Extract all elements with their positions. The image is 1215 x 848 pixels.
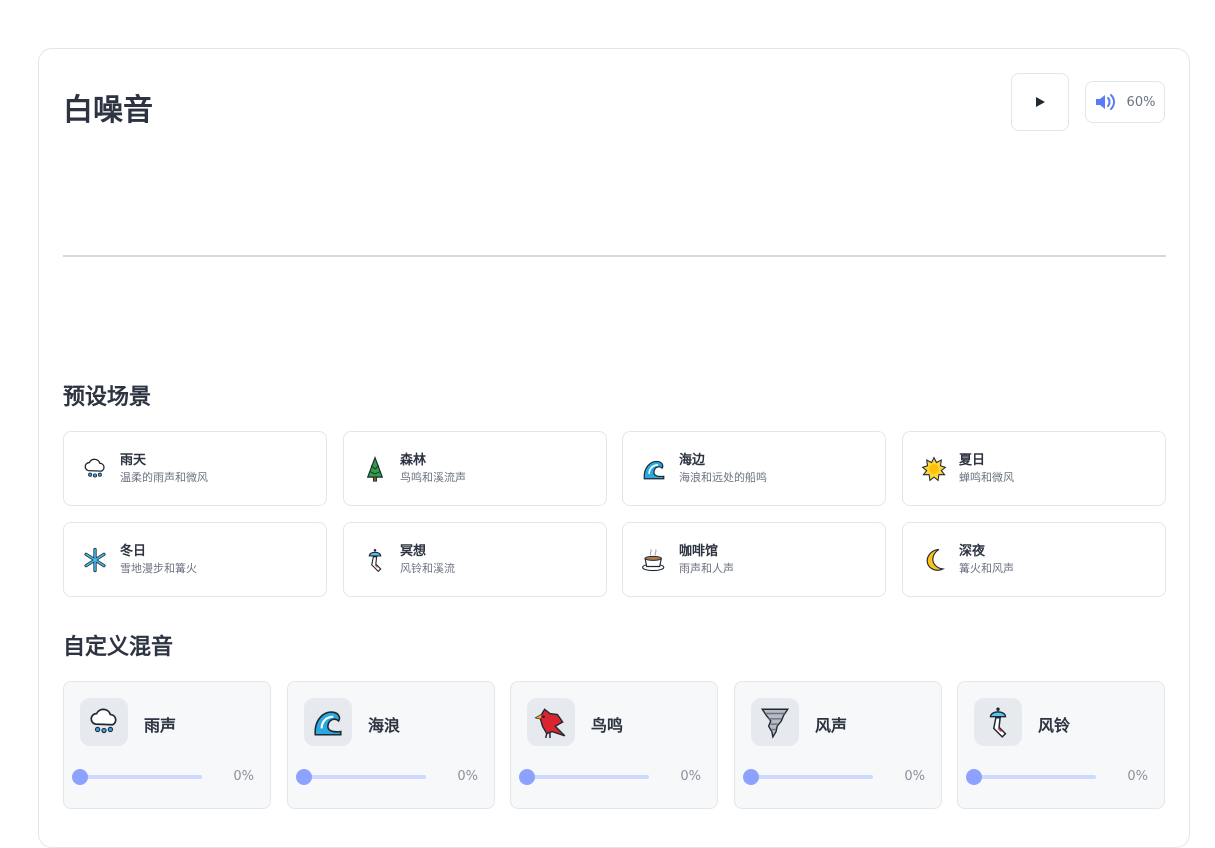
mixer-channel-waves: 海浪 0% <box>287 681 495 809</box>
volume-button[interactable]: 60% <box>1085 81 1165 123</box>
volume-slider[interactable] <box>743 769 873 785</box>
wind-chime-icon <box>981 705 1015 739</box>
white-noise-panel: 白噪音 60% 预设场景 雨天 温柔的雨声和微风 森林 鸟鸣和溪流声 海边 海浪… <box>38 48 1190 848</box>
speaker-icon <box>1095 94 1115 110</box>
channel-name: 海浪 <box>368 716 401 735</box>
slider-thumb[interactable] <box>519 769 535 785</box>
channel-value: 0% <box>233 769 254 784</box>
preset-description: 蝉鸣和微风 <box>959 470 1014 484</box>
tornado-icon <box>758 705 792 739</box>
preset-description: 风铃和溪流 <box>400 561 455 575</box>
cardinal-bird-icon <box>534 705 568 739</box>
slider-thumb[interactable] <box>296 769 312 785</box>
coffee-icon <box>641 547 667 573</box>
visualizer-baseline <box>63 255 1166 257</box>
channel-icon-box <box>751 698 799 746</box>
ocean-wave-icon <box>641 456 667 482</box>
volume-slider[interactable] <box>519 769 649 785</box>
channel-value: 0% <box>680 769 701 784</box>
preset-rainy-day[interactable]: 雨天 温柔的雨声和微风 <box>63 431 327 506</box>
wind-chime-icon <box>362 547 388 573</box>
channel-icon-box <box>527 698 575 746</box>
slider-thumb[interactable] <box>72 769 88 785</box>
mixer-channel-birds: 鸟鸣 0% <box>510 681 718 809</box>
mixer-channel-wind: 风声 0% <box>734 681 942 809</box>
mixer-channel-chimes: 风铃 0% <box>957 681 1165 809</box>
volume-level-label: 60% <box>1126 94 1156 110</box>
page-title: 白噪音 <box>63 93 153 128</box>
pine-tree-icon <box>362 456 388 482</box>
volume-slider[interactable] <box>72 769 202 785</box>
preset-name: 冥想 <box>400 543 427 559</box>
preset-name: 夏日 <box>959 452 986 468</box>
preset-name: 森林 <box>400 452 427 468</box>
channel-icon-box <box>80 698 128 746</box>
sun-icon <box>921 456 947 482</box>
channel-name: 雨声 <box>144 716 177 735</box>
slider-thumb[interactable] <box>966 769 982 785</box>
preset-forest[interactable]: 森林 鸟鸣和溪流声 <box>343 431 607 506</box>
preset-meditation[interactable]: 冥想 风铃和溪流 <box>343 522 607 597</box>
slider-thumb[interactable] <box>743 769 759 785</box>
channel-name: 鸟鸣 <box>591 716 624 735</box>
preset-description: 雪地漫步和篝火 <box>120 561 197 575</box>
channel-value: 0% <box>1127 769 1148 784</box>
preset-winter[interactable]: 冬日 雪地漫步和篝火 <box>63 522 327 597</box>
volume-slider[interactable] <box>296 769 426 785</box>
channel-value: 0% <box>904 769 925 784</box>
play-icon <box>1036 97 1045 107</box>
mixer-channel-rain: 雨声 0% <box>63 681 271 809</box>
preset-description: 温柔的雨声和微风 <box>120 470 208 484</box>
preset-name: 咖啡馆 <box>679 543 719 559</box>
preset-late-night[interactable]: 深夜 篝火和风声 <box>902 522 1166 597</box>
volume-slider[interactable] <box>966 769 1096 785</box>
rain-cloud-icon <box>87 705 121 739</box>
channel-value: 0% <box>457 769 478 784</box>
preset-summer[interactable]: 夏日 蝉鸣和微风 <box>902 431 1166 506</box>
preset-cafe[interactable]: 咖啡馆 雨声和人声 <box>622 522 886 597</box>
preset-description: 篝火和风声 <box>959 561 1014 575</box>
preset-name: 深夜 <box>959 543 986 559</box>
ocean-wave-icon <box>311 705 345 739</box>
presets-heading: 预设场景 <box>63 385 152 410</box>
play-button[interactable] <box>1011 73 1069 131</box>
rain-cloud-icon <box>82 456 108 482</box>
preset-description: 雨声和人声 <box>679 561 734 575</box>
custom-mix-heading: 自定义混音 <box>63 635 174 660</box>
channel-icon-box <box>974 698 1022 746</box>
preset-description: 海浪和远处的船鸣 <box>679 470 767 484</box>
snowflake-icon <box>82 547 108 573</box>
preset-name: 冬日 <box>120 543 147 559</box>
crescent-moon-icon <box>921 547 947 573</box>
preset-name: 海边 <box>679 452 706 468</box>
preset-name: 雨天 <box>120 452 147 468</box>
preset-description: 鸟鸣和溪流声 <box>400 470 466 484</box>
channel-name: 风声 <box>815 716 848 735</box>
preset-seaside[interactable]: 海边 海浪和远处的船鸣 <box>622 431 886 506</box>
channel-icon-box <box>304 698 352 746</box>
channel-name: 风铃 <box>1038 716 1071 735</box>
